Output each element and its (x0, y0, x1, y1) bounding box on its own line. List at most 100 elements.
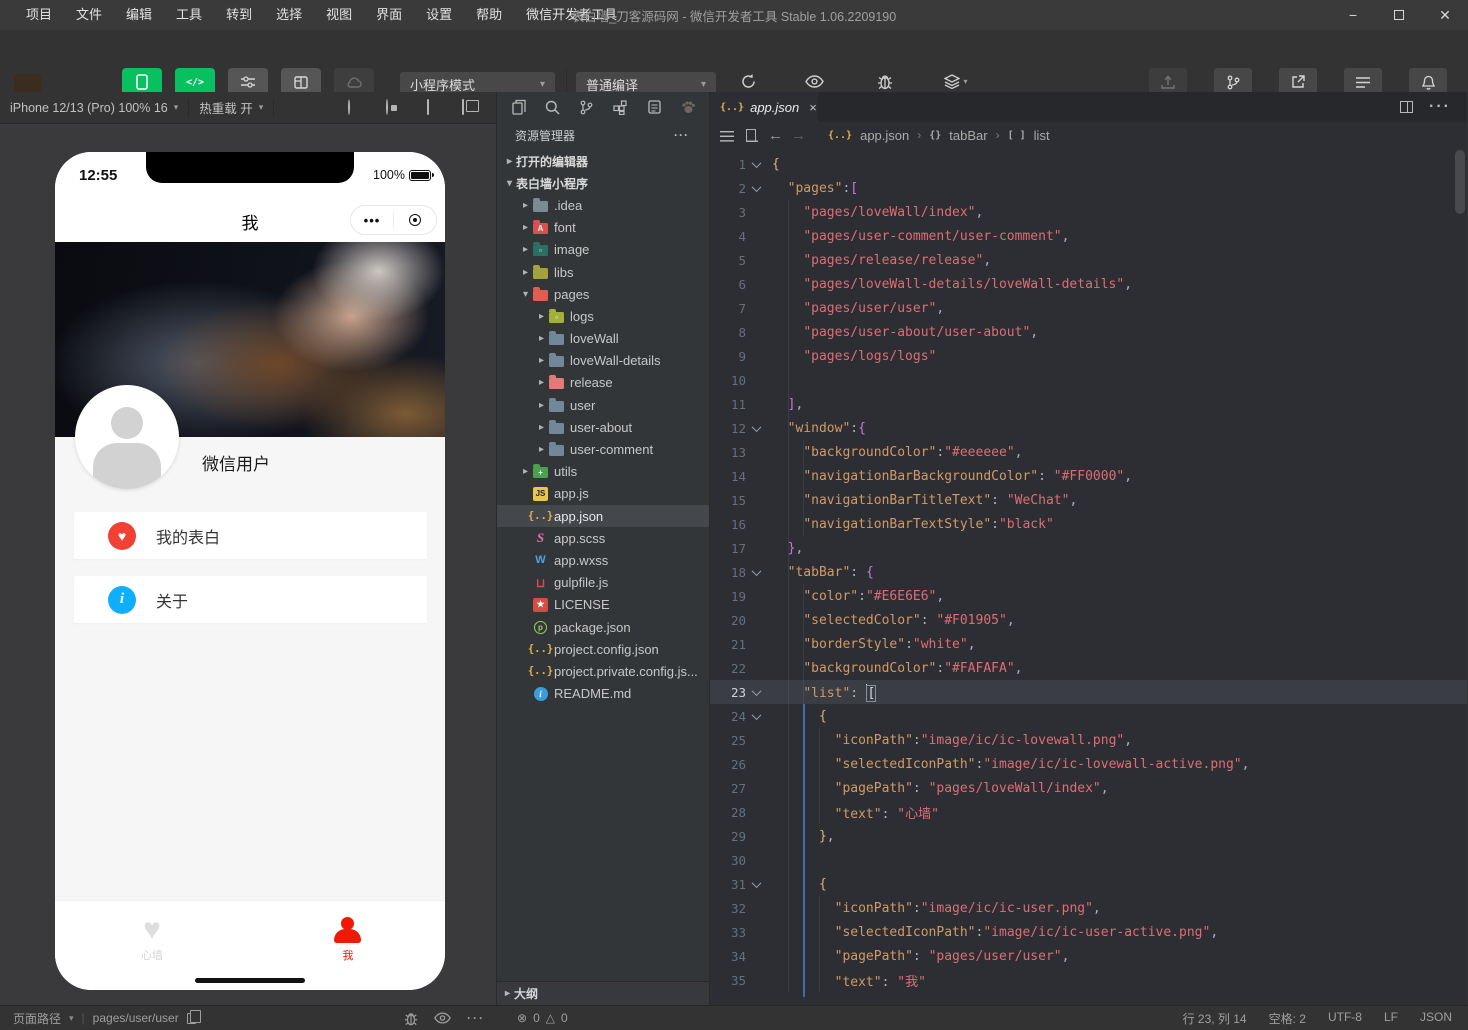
tree-item[interactable]: ▸user (497, 394, 709, 416)
explorer-more-button[interactable]: ··· (674, 128, 709, 142)
tree-item[interactable]: {..}app.json (497, 505, 709, 527)
code-line[interactable]: 14 "navigationBarBackgroundColor": "#FF0… (710, 464, 1467, 488)
twisty-icon[interactable]: ▸ (535, 355, 548, 366)
code-line[interactable]: 6 "pages/loveWall-details/loveWall-detai… (710, 272, 1467, 296)
git-icon[interactable] (578, 99, 595, 116)
device-select[interactable]: iPhone 12/13 (Pro) 100% 16▾ (0, 101, 188, 115)
bookmark-icon[interactable] (746, 129, 756, 142)
twisty-icon[interactable]: ▸ (535, 444, 548, 455)
twisty-icon[interactable]: ▸ (535, 400, 548, 411)
code-line[interactable]: 33 "selectedIconPath":"image/ic/ic-user-… (710, 920, 1467, 944)
close-icon[interactable]: × (809, 100, 817, 115)
code-line[interactable]: 23 "list": [ (710, 680, 1467, 704)
code-line[interactable]: 32 "iconPath":"image/ic/ic-user.png", (710, 896, 1467, 920)
code-line[interactable]: 3 "pages/loveWall/index", (710, 200, 1467, 224)
code-line[interactable]: 34 "pagePath": "pages/user/user", (710, 944, 1467, 968)
more-actions-icon[interactable]: ··· (1429, 98, 1451, 116)
code-line[interactable]: 36 } (710, 992, 1467, 997)
code-editor[interactable]: 1{2 "pages":[3 "pages/loveWall/index",4 … (710, 148, 1467, 997)
tree-item[interactable]: ▸user-comment (497, 438, 709, 460)
fold-chevron-icon[interactable] (746, 569, 766, 576)
device-frame-icon[interactable] (424, 100, 440, 116)
about-item[interactable]: i 关于 (74, 576, 427, 623)
code-line[interactable]: 17 }, (710, 536, 1467, 560)
fold-chevron-icon[interactable] (746, 425, 766, 432)
tab-lovewall[interactable]: ♥ 心墙 (92, 913, 212, 963)
breadcrumb-tabbar[interactable]: tabBar (949, 128, 987, 143)
problems-indicator[interactable]: ⊗0 △0 (497, 1011, 568, 1025)
code-line[interactable]: 26 "selectedIconPath":"image/ic/ic-lovew… (710, 752, 1467, 776)
forward-icon[interactable]: → (791, 127, 806, 144)
menu-item[interactable]: 视图 (314, 0, 364, 30)
code-line[interactable]: 25 "iconPath":"image/ic/ic-lovewall.png"… (710, 728, 1467, 752)
tree-item[interactable]: ▸user-about (497, 416, 709, 438)
fold-chevron-icon[interactable] (746, 689, 766, 696)
tab-me[interactable]: 我 (288, 913, 408, 963)
twisty-icon[interactable]: ▸ (519, 466, 532, 477)
rotate-icon[interactable] (348, 100, 364, 116)
code-line[interactable]: 31 { (710, 872, 1467, 896)
menu-item[interactable]: 转到 (214, 0, 264, 30)
tree-item[interactable]: Wapp.wxss (497, 549, 709, 571)
code-line[interactable]: 9 "pages/logs/logs" (710, 344, 1467, 368)
code-line[interactable]: 20 "selectedColor": "#F01905", (710, 608, 1467, 632)
tree-item[interactable]: {..}project.config.json (497, 638, 709, 660)
twisty-icon[interactable]: ▸ (519, 200, 532, 211)
avatar[interactable] (75, 385, 179, 489)
tree-item[interactable]: ▸▫image (497, 239, 709, 261)
code-line[interactable]: 8 "pages/user-about/user-about", (710, 320, 1467, 344)
code-line[interactable]: 35 "text": "我" (710, 968, 1467, 992)
cursor-position[interactable]: 行 23, 列 14 (1183, 1010, 1247, 1027)
tree-item[interactable]: ▸.idea (497, 194, 709, 216)
my-confession-item[interactable]: ♥ 我的表白 (74, 512, 427, 559)
fold-chevron-icon[interactable] (746, 161, 766, 168)
breadcrumb-file[interactable]: app.json (860, 128, 909, 143)
menu-item[interactable]: 帮助 (464, 0, 514, 30)
code-line[interactable]: 7 "pages/user/user", (710, 296, 1467, 320)
twisty-icon[interactable]: ▾ (503, 178, 516, 189)
more-icon[interactable]: ··· (467, 1011, 485, 1025)
code-line[interactable]: 11 ], (710, 392, 1467, 416)
tree-item[interactable]: ▸loveWall (497, 328, 709, 350)
twisty-icon[interactable]: ▸ (519, 222, 532, 233)
tree-item[interactable]: ▸loveWall-details (497, 350, 709, 372)
code-line[interactable]: 30 (710, 848, 1467, 872)
bug-icon[interactable] (404, 1011, 418, 1026)
tree-item[interactable]: ⊔gulpfile.js (497, 572, 709, 594)
menu-item[interactable]: 界面 (364, 0, 414, 30)
twisty-icon[interactable]: ▸ (535, 422, 548, 433)
tree-item[interactable]: ▸打开的编辑器 (497, 150, 709, 172)
code-line[interactable]: 24 { (710, 704, 1467, 728)
code-line[interactable]: 10 (710, 368, 1467, 392)
fold-chevron-icon[interactable] (746, 713, 766, 720)
tab-app-json[interactable]: {..} app.json × (710, 92, 818, 122)
tree-item[interactable]: ▾pages (497, 283, 709, 305)
menu-item[interactable]: 编辑 (114, 0, 164, 30)
eye-icon[interactable] (434, 1012, 451, 1024)
hot-reload-select[interactable]: 热重载 开▾ (189, 98, 273, 117)
close-button[interactable]: ✕ (1422, 0, 1468, 30)
tree-item[interactable]: ▸▫logs (497, 305, 709, 327)
code-line[interactable]: 12 "window":{ (710, 416, 1467, 440)
twisty-icon[interactable]: ▾ (519, 289, 532, 300)
code-line[interactable]: 1{ (710, 152, 1467, 176)
breadcrumb-list[interactable]: list (1034, 128, 1050, 143)
tree-item[interactable]: iREADME.md (497, 683, 709, 705)
tree-item[interactable]: Sapp.scss (497, 527, 709, 549)
menu-item[interactable]: 项目 (14, 0, 64, 30)
minimize-button[interactable]: − (1330, 0, 1376, 30)
code-line[interactable]: 22 "backgroundColor":"#FAFAFA", (710, 656, 1467, 680)
eol-setting[interactable]: LF (1384, 1010, 1398, 1027)
twisty-icon[interactable]: ▸ (535, 311, 548, 322)
tree-item[interactable]: ▸+utils (497, 461, 709, 483)
code-line[interactable]: 16 "navigationBarTextStyle":"black" (710, 512, 1467, 536)
code-line[interactable]: 29 }, (710, 824, 1467, 848)
copy-icon[interactable] (187, 1013, 196, 1024)
tree-item[interactable]: ▸libs (497, 261, 709, 283)
record-icon[interactable] (386, 100, 402, 116)
code-line[interactable]: 15 "navigationBarTitleText": "WeChat", (710, 488, 1467, 512)
maximize-button[interactable] (1376, 0, 1422, 30)
tree-item[interactable]: {..}project.private.config.js... (497, 660, 709, 682)
tree-item[interactable]: ▸Afont (497, 217, 709, 239)
fold-chevron-icon[interactable] (746, 185, 766, 192)
